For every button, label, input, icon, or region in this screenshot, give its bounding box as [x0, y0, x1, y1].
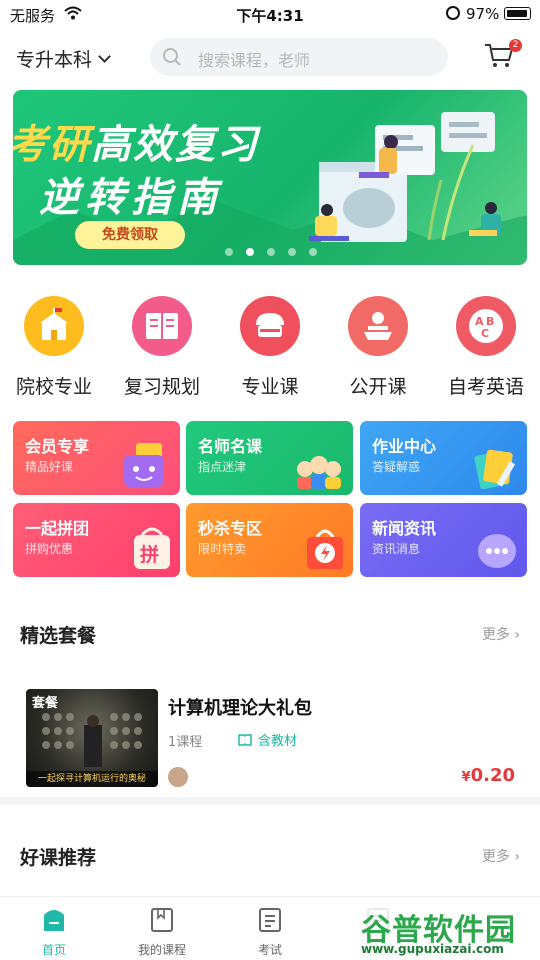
tab-exam[interactable]: 考试	[216, 907, 324, 958]
package-material: 含教材	[238, 730, 297, 749]
flash-sale-icon	[307, 529, 343, 569]
card-news[interactable]: 新闻资讯 资讯消息	[360, 503, 527, 577]
chevron-right-icon: ›	[514, 849, 520, 865]
carousel-dot[interactable]	[309, 248, 317, 256]
category-label: 专升本科	[16, 49, 93, 71]
category-selector[interactable]: 专升本科	[16, 45, 111, 72]
section-title-recommend: 好课推荐	[20, 847, 97, 869]
group-buy-icon: 拼	[134, 527, 170, 569]
category-label: 公开课	[349, 376, 407, 398]
search-placeholder: 搜索课程，老师	[198, 51, 311, 70]
card-member-exclusive[interactable]: 会员专享 精品好课	[13, 421, 180, 495]
carousel-dot-active[interactable]	[246, 248, 254, 256]
exam-icon	[259, 908, 281, 932]
tab-home[interactable]: 首页	[0, 907, 108, 958]
featured-more-link[interactable]: 更多 ›	[482, 624, 520, 644]
category-item-open-course[interactable]: 公开课	[324, 296, 432, 399]
tab-my-courses[interactable]: 我的课程	[108, 907, 216, 958]
card-title: 新闻资讯	[372, 519, 437, 538]
chevron-right-icon: ›	[514, 627, 520, 643]
chevron-down-icon	[98, 50, 111, 63]
card-title: 作业中心	[372, 437, 437, 456]
package-badge: 套餐	[32, 696, 59, 711]
card-subtitle: 精品好课	[25, 460, 74, 474]
tab-label: 首页	[41, 943, 66, 957]
card-title: 名师名课	[198, 437, 263, 456]
card-subtitle: 限时特卖	[198, 542, 247, 556]
banner-headline-1: 考研高效复习	[13, 122, 259, 168]
more-label: 更多	[481, 627, 510, 643]
teacher-avatar	[168, 767, 188, 787]
category-item-review-plan[interactable]: 复习规划	[108, 296, 216, 399]
news-icon	[478, 534, 516, 568]
carousel-indicator	[225, 241, 330, 260]
package-name: 计算机理论大礼包	[168, 698, 312, 719]
site-watermark: 谷普软件园 www.gupuxiazai.com	[355, 903, 540, 960]
book-icon	[132, 296, 192, 356]
category-grid: 院校专业 复习规划 专业课 公开课 ABC 自考英语	[0, 296, 540, 406]
textbook-icon	[238, 734, 252, 746]
free-claim-button[interactable]: 免费领取	[75, 221, 185, 249]
card-subtitle: 拼购优惠	[25, 542, 74, 556]
watermark-url: www.gupuxiazai.com	[361, 942, 504, 956]
battery-percent: 97%	[466, 5, 500, 23]
orientation-lock-icon	[446, 6, 460, 20]
card-flash-sale[interactable]: 秒杀专区 限时特卖	[186, 503, 353, 577]
header: 专升本科 搜索课程，老师 2	[0, 36, 540, 80]
card-title: 会员专享	[25, 437, 90, 456]
card-subtitle: 资讯消息	[372, 542, 421, 556]
battery-icon	[504, 7, 531, 20]
card-title: 一起拼团	[25, 519, 90, 538]
section-title-featured: 精选套餐	[20, 625, 97, 647]
home-icon	[44, 910, 64, 931]
package-caption: 一起探寻计算机运行的奥秘	[26, 771, 158, 787]
svg-text:拼: 拼	[140, 543, 159, 566]
package-course-count: 1课程	[168, 735, 203, 750]
cap-icon	[240, 296, 300, 356]
carousel-dot[interactable]	[267, 248, 275, 256]
card-homework-center[interactable]: 作业中心 答疑解惑	[360, 421, 527, 495]
card-title: 秒杀专区	[198, 519, 263, 538]
member-icon	[124, 443, 164, 487]
section-divider	[0, 797, 540, 805]
tab-label: 考试	[257, 943, 282, 957]
abc-icon: ABC	[456, 296, 516, 356]
my-courses-icon	[151, 908, 173, 932]
card-group-buy[interactable]: 一起拼团 拼购优惠 拼	[13, 503, 180, 577]
svg-text:C: C	[481, 327, 489, 340]
person-icon	[348, 296, 408, 356]
carousel-dot[interactable]	[288, 248, 296, 256]
homework-icon	[474, 449, 516, 489]
category-label: 院校专业	[15, 376, 92, 398]
category-item-self-study-english[interactable]: ABC 自考英语	[432, 296, 540, 399]
tab-label: 我的课程	[137, 943, 186, 957]
package-thumbnail: 套餐 一起探寻计算机运行的奥秘	[26, 689, 158, 787]
category-item-schools[interactable]: 院校专业	[0, 296, 108, 399]
category-label: 自考英语	[447, 376, 524, 398]
card-subtitle: 指点迷津	[198, 460, 247, 474]
carousel-dot[interactable]	[225, 248, 233, 256]
package-card[interactable]: 套餐 一起探寻计算机运行的奥秘 计算机理论大礼包 1课程 含教材 ¥0.20	[26, 689, 515, 787]
banner-headline-2: 逆转指南	[39, 175, 223, 221]
category-label: 复习规划	[123, 376, 200, 398]
search-icon	[162, 47, 182, 71]
recommend-more-link[interactable]: 更多 ›	[482, 846, 520, 866]
status-bar: 无服务 下午4:31 97%	[0, 0, 540, 28]
card-subtitle: 答疑解惑	[372, 460, 421, 474]
more-label: 更多	[481, 849, 510, 865]
teachers-icon	[297, 456, 341, 489]
search-input[interactable]: 搜索课程，老师	[150, 38, 448, 76]
school-icon	[24, 296, 84, 356]
cart-badge: 2	[509, 39, 522, 52]
category-label: 专业课	[241, 376, 299, 398]
package-price: ¥0.20	[461, 765, 515, 786]
cart-button[interactable]: 2	[484, 39, 522, 74]
promo-banner[interactable]: 考研高效复习 逆转指南 免费领取	[13, 90, 527, 265]
category-item-major-course[interactable]: 专业课	[216, 296, 324, 399]
card-famous-teachers[interactable]: 名师名课 指点迷津	[186, 421, 353, 495]
